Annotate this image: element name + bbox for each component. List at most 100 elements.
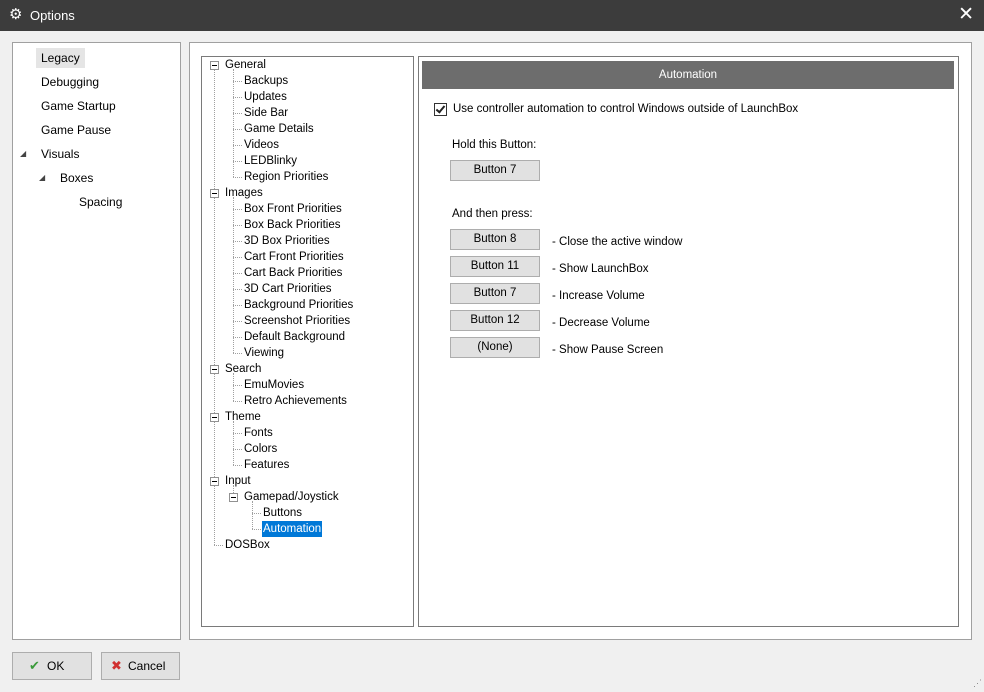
collapse-icon[interactable]: [210, 189, 219, 198]
tree-connector: [233, 449, 242, 450]
category-nav: Legacy Debugging Game Startup Game Pause…: [12, 42, 181, 640]
tree-connector: [214, 69, 215, 545]
settings-tree: General Backups Updates Side Bar Game De…: [201, 56, 414, 627]
tree-connector: [233, 465, 242, 466]
tree-node-general[interactable]: General: [224, 57, 267, 73]
tree-connector: [252, 501, 253, 529]
tree-node-box-front-priorities[interactable]: Box Front Priorities: [243, 201, 343, 217]
tree-node-videos[interactable]: Videos: [243, 137, 280, 153]
cancel-button[interactable]: ✖ Cancel: [101, 652, 180, 680]
resize-grip-icon[interactable]: ⋰: [973, 678, 982, 689]
close-window-action-label: - Close the active window: [552, 236, 683, 248]
tree-connector: [233, 385, 242, 386]
collapse-icon[interactable]: [210, 413, 219, 422]
tree-node-updates[interactable]: Updates: [243, 89, 288, 105]
window-title: Options: [30, 8, 75, 23]
collapse-icon[interactable]: [210, 61, 219, 70]
decrease-volume-button-selector[interactable]: Button 12: [450, 310, 540, 331]
tree-node-region-priorities[interactable]: Region Priorities: [243, 169, 329, 185]
close-window-button-selector[interactable]: Button 8: [450, 229, 540, 250]
tree-node-ledblinky[interactable]: LEDBlinky: [243, 153, 298, 169]
tree-connector: [233, 305, 242, 306]
section-header: Automation: [422, 61, 954, 89]
tree-node-side-bar[interactable]: Side Bar: [243, 105, 289, 121]
cancel-button-label: Cancel: [128, 659, 166, 673]
tree-connector: [233, 273, 242, 274]
tree-node-dosbox[interactable]: DOSBox: [224, 537, 271, 553]
nav-item-legacy[interactable]: Legacy: [36, 48, 85, 68]
tree-connector: [233, 337, 242, 338]
expand-arrow-icon[interactable]: ◢: [39, 168, 45, 188]
tree-connector: [233, 321, 242, 322]
tree-connector: [233, 421, 234, 465]
tree-connector: [233, 97, 242, 98]
tree-connector: [233, 161, 242, 162]
tree-connector: [233, 197, 234, 353]
title-bar: ⚙ Options ✕: [0, 0, 984, 31]
tree-connector: [233, 81, 242, 82]
decrease-volume-action-label: - Decrease Volume: [552, 317, 650, 329]
ok-button[interactable]: ✔ OK: [12, 652, 92, 680]
increase-volume-action-label: - Increase Volume: [552, 290, 645, 302]
tree-node-background-priorities[interactable]: Background Priorities: [243, 297, 354, 313]
hold-button-label: Hold this Button:: [452, 139, 537, 151]
nav-item-visuals[interactable]: Visuals: [41, 144, 79, 164]
tree-connector: [233, 241, 242, 242]
tree-node-automation[interactable]: Automation: [262, 521, 323, 537]
tree-node-3d-box-priorities[interactable]: 3D Box Priorities: [243, 233, 331, 249]
collapse-icon[interactable]: [210, 477, 219, 486]
collapse-icon[interactable]: [229, 493, 238, 502]
nav-item-debugging[interactable]: Debugging: [41, 72, 99, 92]
tree-connector: [233, 433, 242, 434]
tree-connector: [252, 529, 261, 530]
tree-connector: [233, 225, 242, 226]
tree-connector: [233, 209, 242, 210]
then-press-label: And then press:: [452, 208, 533, 220]
hold-button-selector[interactable]: Button 7: [450, 160, 540, 181]
tree-node-screenshot-priorities[interactable]: Screenshot Priorities: [243, 313, 351, 329]
tree-connector: [233, 113, 242, 114]
show-launchbox-action-label: - Show LaunchBox: [552, 263, 649, 275]
tree-node-fonts[interactable]: Fonts: [243, 425, 274, 441]
increase-volume-button-selector[interactable]: Button 7: [450, 283, 540, 304]
tree-node-colors[interactable]: Colors: [243, 441, 278, 457]
tree-node-cart-front-priorities[interactable]: Cart Front Priorities: [243, 249, 345, 265]
gear-icon: ⚙: [9, 6, 23, 23]
nav-item-boxes[interactable]: Boxes: [60, 168, 93, 188]
tree-node-game-details[interactable]: Game Details: [243, 121, 315, 137]
nav-item-spacing[interactable]: Spacing: [79, 192, 122, 212]
tree-node-input[interactable]: Input: [224, 473, 252, 489]
tree-node-theme[interactable]: Theme: [224, 409, 262, 425]
automation-enable-checkbox[interactable]: [434, 103, 447, 116]
ok-button-label: OK: [47, 659, 65, 673]
pause-screen-action-label: - Show Pause Screen: [552, 344, 664, 356]
tree-connector: [214, 545, 223, 546]
tree-node-buttons[interactable]: Buttons: [262, 505, 303, 521]
tree-node-cart-back-priorities[interactable]: Cart Back Priorities: [243, 265, 343, 281]
expand-arrow-icon[interactable]: ◢: [20, 144, 26, 164]
tree-node-box-back-priorities[interactable]: Box Back Priorities: [243, 217, 342, 233]
tree-connector: [233, 289, 242, 290]
tree-connector: [233, 353, 242, 354]
show-launchbox-button-selector[interactable]: Button 11: [450, 256, 540, 277]
nav-item-game-pause[interactable]: Game Pause: [41, 120, 111, 140]
checkmark-icon: ✔: [29, 658, 40, 673]
tree-node-default-background[interactable]: Default Background: [243, 329, 346, 345]
pause-screen-button-selector[interactable]: (None): [450, 337, 540, 358]
tree-connector: [233, 129, 242, 130]
tree-node-retro-achievements[interactable]: Retro Achievements: [243, 393, 348, 409]
tree-connector: [233, 177, 242, 178]
tree-connector: [252, 513, 261, 514]
tree-node-backups[interactable]: Backups: [243, 73, 289, 89]
tree-node-emumovies[interactable]: EmuMovies: [243, 377, 305, 393]
tree-node-gamepad-joystick[interactable]: Gamepad/Joystick: [243, 489, 340, 505]
tree-node-images[interactable]: Images: [224, 185, 264, 201]
close-icon[interactable]: ✕: [958, 3, 974, 27]
tree-node-viewing[interactable]: Viewing: [243, 345, 285, 361]
tree-node-features[interactable]: Features: [243, 457, 290, 473]
tree-node-3d-cart-priorities[interactable]: 3D Cart Priorities: [243, 281, 333, 297]
automation-enable-label[interactable]: Use controller automation to control Win…: [453, 103, 798, 115]
nav-item-game-startup[interactable]: Game Startup: [41, 96, 116, 116]
tree-node-search[interactable]: Search: [224, 361, 262, 377]
collapse-icon[interactable]: [210, 365, 219, 374]
